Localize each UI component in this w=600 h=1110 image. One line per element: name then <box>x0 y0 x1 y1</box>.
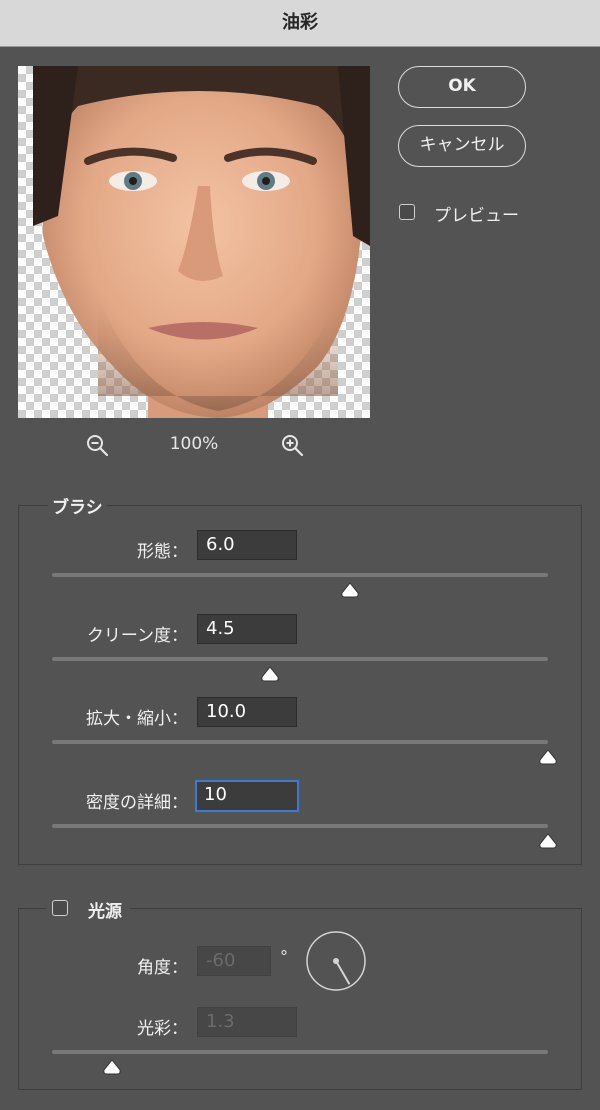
portrait-image <box>33 66 370 418</box>
lighting-group-title: 光源 <box>88 902 122 922</box>
preview-image[interactable] <box>18 66 370 418</box>
degree-symbol: ° <box>280 947 288 966</box>
stylization-input[interactable]: 6.0 <box>197 530 297 560</box>
shine-slider-thumb[interactable] <box>102 1059 122 1075</box>
bristle-detail-slider-track[interactable] <box>52 824 548 828</box>
shine-input[interactable]: 1.3 <box>197 1007 297 1037</box>
cleanliness-input[interactable]: 4.5 <box>197 614 297 644</box>
zoom-in-icon[interactable] <box>281 434 305 458</box>
cleanliness-slider-thumb[interactable] <box>260 666 280 682</box>
bristle-detail-label: 密度の詳細： <box>86 793 188 813</box>
scale-slider-track[interactable] <box>52 740 548 744</box>
shine-label: 光彩： <box>137 1019 188 1039</box>
preview-checkbox[interactable] <box>399 204 415 220</box>
lighting-checkbox[interactable] <box>52 900 68 916</box>
cancel-button[interactable]: キャンセル <box>398 125 526 167</box>
stylization-slider-thumb[interactable] <box>340 582 360 598</box>
scale-slider-thumb[interactable] <box>538 749 558 765</box>
shine-slider-track[interactable] <box>52 1050 548 1054</box>
stylization-slider-track[interactable] <box>52 573 548 577</box>
bristle-detail-slider-thumb[interactable] <box>538 833 558 849</box>
scale-input[interactable]: 10.0 <box>197 697 297 727</box>
zoom-level: 100% <box>169 434 219 454</box>
brush-group-title: ブラシ <box>48 493 107 518</box>
ok-button[interactable]: OK <box>398 66 526 108</box>
angle-label: 角度： <box>137 958 188 978</box>
cleanliness-label: クリーン度： <box>86 626 188 646</box>
preview-label: プレビュー <box>434 206 519 226</box>
cleanliness-slider-track[interactable] <box>52 657 548 661</box>
angle-input[interactable]: -60 <box>197 946 271 976</box>
bristle-detail-input[interactable]: 10 <box>195 780 299 812</box>
stylization-label: 形態： <box>137 542 188 562</box>
angle-dial[interactable] <box>305 930 367 992</box>
window-title: 油彩 <box>282 12 318 33</box>
zoom-out-icon[interactable] <box>86 434 110 458</box>
scale-label: 拡大・縮小： <box>86 709 188 729</box>
